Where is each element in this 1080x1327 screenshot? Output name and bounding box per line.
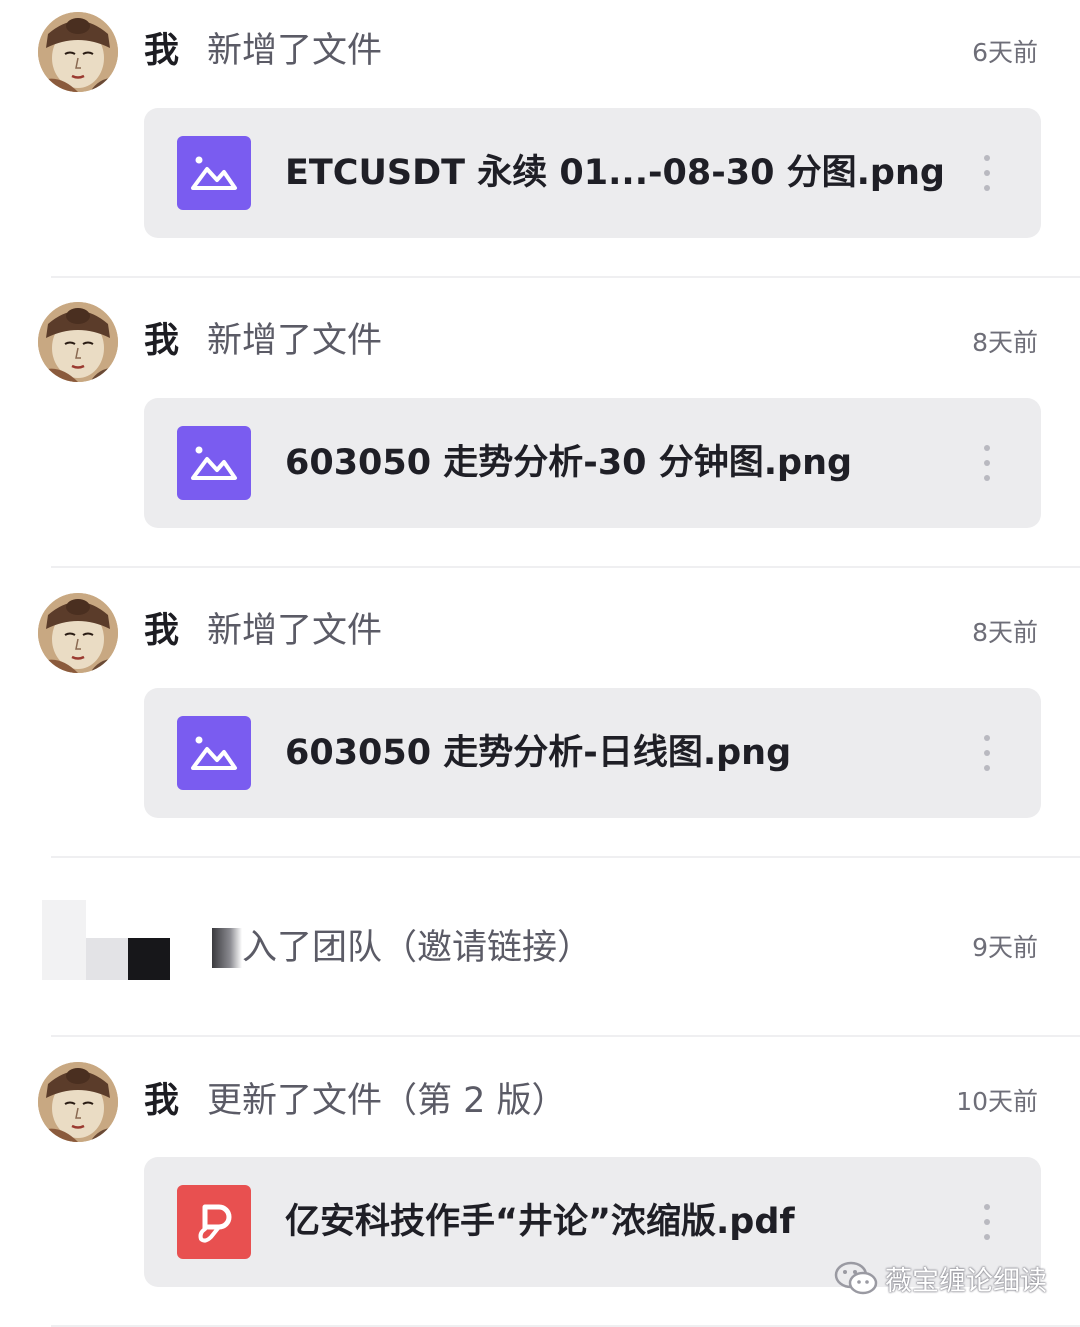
file-name[interactable]: 亿安科技作手“井论”浓缩版.pdf: [285, 1200, 795, 1244]
redacted-block: [42, 900, 86, 980]
pdf-file-icon: [177, 1185, 251, 1259]
avatar[interactable]: [38, 302, 118, 382]
actor-name[interactable]: 我: [144, 321, 179, 361]
file-name[interactable]: 603050 走势分析-日线图.png: [285, 731, 791, 775]
more-options-icon[interactable]: [980, 153, 994, 193]
more-options-icon[interactable]: [980, 1202, 994, 1242]
activity-action: 新增了文件: [207, 31, 383, 71]
file-name[interactable]: 603050 走势分析-30 分钟图.png: [285, 441, 852, 485]
activity-time: 8天前: [972, 328, 1038, 357]
watermark: 薇宝缠论细读: [833, 1258, 1047, 1298]
more-options-icon[interactable]: [980, 733, 994, 773]
activity-action: 新增了文件: [207, 611, 383, 651]
redacted-block: [128, 938, 170, 980]
more-options-icon[interactable]: [980, 443, 994, 483]
activity-action: 入了团队（邀请链接）: [242, 928, 593, 968]
wechat-icon: [833, 1260, 879, 1296]
image-file-icon: [177, 716, 251, 790]
redacted-name: [212, 928, 242, 968]
file-name[interactable]: ETCUSDT 永续 01...-08-30 分图.png: [285, 151, 945, 195]
actor-name[interactable]: 我: [144, 611, 179, 651]
activity-time: 10天前: [956, 1087, 1038, 1116]
avatar[interactable]: [38, 1062, 118, 1142]
file-card[interactable]: 603050 走势分析-日线图.png: [144, 688, 1041, 818]
image-file-icon: [177, 136, 251, 210]
avatar[interactable]: [38, 593, 118, 673]
divider: [51, 276, 1080, 278]
divider: [51, 856, 1080, 858]
activity-time: 6天前: [972, 38, 1038, 67]
activity-time: 8天前: [972, 618, 1038, 647]
activity-action: 更新了文件（第 2 版）: [207, 1081, 567, 1121]
redacted-avatar: [42, 900, 172, 985]
actor-name[interactable]: 我: [144, 31, 179, 71]
activity-time: 9天前: [972, 933, 1038, 962]
file-card[interactable]: 603050 走势分析-30 分钟图.png: [144, 398, 1041, 528]
image-file-icon: [177, 426, 251, 500]
avatar[interactable]: [38, 12, 118, 92]
divider: [51, 566, 1080, 568]
file-card[interactable]: ETCUSDT 永续 01...-08-30 分图.png: [144, 108, 1041, 238]
actor-name[interactable]: 我: [144, 1081, 179, 1121]
divider: [51, 1035, 1080, 1037]
watermark-text: 薇宝缠论细读: [885, 1265, 1047, 1297]
activity-action: 新增了文件: [207, 321, 383, 361]
